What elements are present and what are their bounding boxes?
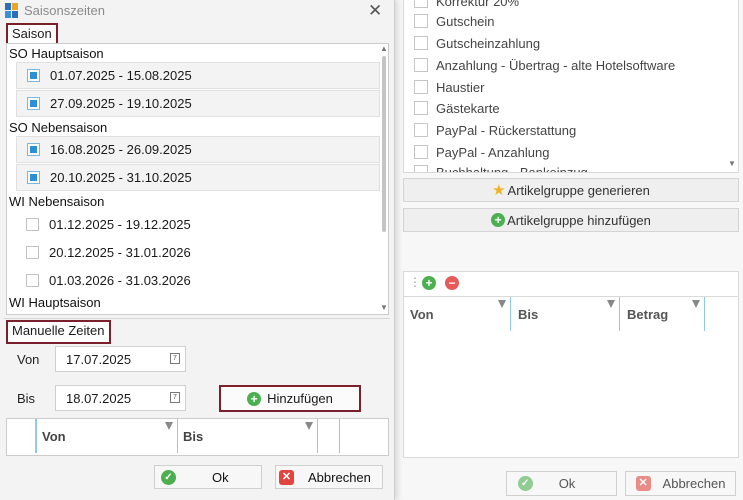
list-item[interactable]: Haustier: [414, 77, 484, 97]
generate-group-button[interactable]: ★ Artikelgruppe generieren: [403, 178, 739, 202]
add-row-icon[interactable]: +: [422, 276, 436, 290]
scrollbar-thumb[interactable]: [382, 56, 386, 232]
checkbox[interactable]: [26, 246, 39, 259]
close-icon[interactable]: ✕: [368, 1, 382, 21]
group-label: WI Hauptsaison: [9, 295, 101, 310]
list-item[interactable]: Korrektur 20%: [414, 0, 519, 11]
manual-section-label: Manuelle Zeiten: [6, 320, 111, 344]
filter-icon[interactable]: [305, 422, 313, 430]
section-divider: [4, 318, 390, 319]
to-label: Bis: [17, 391, 36, 406]
from-label: Von: [17, 352, 40, 367]
ok-check-icon: ✓: [161, 469, 176, 485]
column-header-von[interactable]: Von: [404, 297, 511, 331]
checkbox[interactable]: [27, 97, 40, 110]
filter-icon[interactable]: [692, 300, 700, 308]
list-item[interactable]: Gutscheinzahlung: [414, 33, 540, 53]
group-label: WI Nebensaison: [9, 194, 105, 209]
checkbox[interactable]: [27, 69, 40, 82]
group-label: SO Hauptsaison: [9, 46, 104, 61]
amount-grid[interactable]: Von Bis Betrag: [403, 296, 739, 458]
list-item[interactable]: 20.10.2025 - 31.10.2025: [16, 164, 380, 191]
background-cancel-button[interactable]: ✕ Abbrechen: [625, 471, 736, 496]
list-item[interactable]: 20.12.2025 - 31.01.2026: [16, 239, 380, 266]
scroll-up-icon[interactable]: ▲: [380, 44, 388, 53]
list-item[interactable]: 01.07.2025 - 15.08.2025: [16, 62, 380, 89]
list-item[interactable]: Buchhaltung - Bankeinzug: [414, 162, 588, 172]
scroll-down-icon[interactable]: ▼: [380, 303, 388, 312]
list-item[interactable]: 01.12.2025 - 19.12.2025: [16, 211, 380, 238]
dialog-title: Saisonszeiten: [24, 3, 105, 18]
checkbox[interactable]: [414, 58, 428, 72]
checkbox[interactable]: [27, 143, 40, 156]
season-dialog: Saisonszeiten ✕ Saison SO Hauptsaison 01…: [0, 0, 395, 500]
toolbar-grip-icon: ⋮: [409, 275, 421, 289]
star-icon: ★: [492, 182, 506, 199]
grid-row-indicator: [7, 419, 37, 453]
list-item[interactable]: PayPal - Anzahlung: [414, 142, 549, 162]
list-item[interactable]: 27.09.2025 - 19.10.2025: [16, 90, 380, 117]
cancel-x-icon: ✕: [635, 476, 651, 491]
checkbox[interactable]: [414, 36, 428, 50]
manual-times-grid[interactable]: Von Bis: [6, 418, 389, 456]
app-icon: [5, 3, 18, 18]
checkbox[interactable]: [414, 123, 428, 137]
checkbox[interactable]: [414, 14, 428, 28]
filter-icon[interactable]: [607, 300, 615, 308]
list-scrollbar[interactable]: ▼: [728, 0, 736, 170]
list-item[interactable]: 16.08.2025 - 26.09.2025: [16, 136, 380, 163]
remove-row-icon[interactable]: −: [445, 276, 459, 290]
list-item[interactable]: PayPal - Rückerstattung: [414, 120, 576, 140]
cancel-x-icon: ✕: [279, 469, 294, 485]
background-ok-button[interactable]: ✓ Ok: [506, 471, 617, 496]
column-header-empty: [318, 419, 340, 453]
add-group-button[interactable]: + Artikelgruppe hinzufügen: [403, 208, 739, 232]
season-scrollbar[interactable]: ▲ ▼: [380, 44, 388, 312]
title-bar: Saisonszeiten ✕: [0, 0, 394, 22]
scroll-down-icon[interactable]: ▼: [728, 159, 736, 168]
checkbox[interactable]: [414, 80, 428, 94]
filter-icon[interactable]: [498, 300, 506, 308]
ok-button[interactable]: ✓ Ok: [154, 465, 262, 489]
list-item[interactable]: 01.03.2026 - 31.03.2026: [16, 267, 380, 294]
grid-toolbar: ⋮ + −: [403, 271, 739, 297]
checkbox[interactable]: [26, 274, 39, 287]
cancel-button[interactable]: ✕ Abbrechen: [275, 465, 383, 489]
list-item[interactable]: Anzahlung - Übertrag - alte Hotelsoftwar…: [414, 55, 675, 75]
to-date-field[interactable]: 18.07.2025 7: [55, 385, 186, 411]
list-item[interactable]: Gästekarte: [414, 98, 500, 118]
season-list[interactable]: SO Hauptsaison 01.07.2025 - 15.08.2025 2…: [6, 43, 389, 315]
checkbox[interactable]: [26, 218, 39, 231]
list-item[interactable]: Gutschein: [414, 11, 495, 31]
checkbox[interactable]: [414, 165, 428, 172]
add-button[interactable]: + Hinzufügen: [219, 385, 361, 412]
column-header-von[interactable]: Von: [37, 419, 178, 453]
plus-icon: +: [491, 213, 506, 227]
from-date-field[interactable]: 17.07.2025 7: [55, 346, 186, 372]
calendar-icon[interactable]: 7: [170, 353, 180, 364]
checkbox[interactable]: [414, 101, 428, 115]
checkbox[interactable]: [414, 145, 428, 159]
ok-check-icon: ✓: [517, 476, 533, 491]
filter-icon[interactable]: [165, 422, 173, 430]
plus-icon: +: [247, 391, 262, 406]
checkbox[interactable]: [27, 171, 40, 184]
checkbox[interactable]: [414, 0, 428, 8]
article-list[interactable]: Korrektur 20% Gutschein Gutscheinzahlung…: [403, 0, 739, 173]
calendar-icon[interactable]: 7: [170, 392, 180, 403]
column-header-bis[interactable]: Bis: [512, 297, 620, 331]
column-header-betrag[interactable]: Betrag: [621, 297, 705, 331]
group-label: SO Nebensaison: [9, 120, 108, 135]
column-header-bis[interactable]: Bis: [178, 419, 318, 453]
